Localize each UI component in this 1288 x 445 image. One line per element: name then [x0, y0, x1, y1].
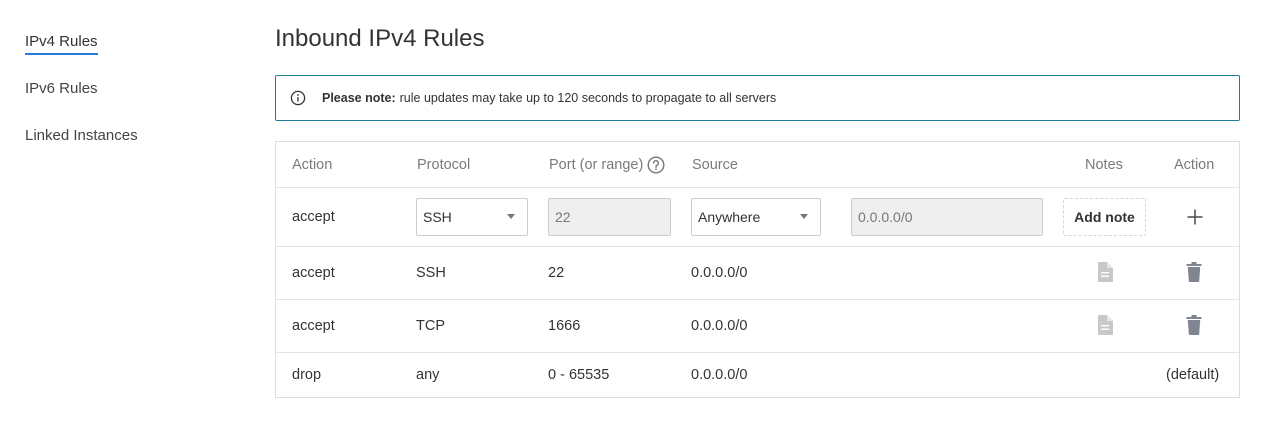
header-action: Action: [292, 156, 333, 173]
document-icon[interactable]: [1095, 261, 1115, 283]
row-source: 0.0.0.0/0: [691, 265, 748, 281]
new-rule-action: accept: [292, 209, 335, 225]
row-action: accept: [292, 318, 335, 334]
row-action: drop: [292, 367, 322, 383]
row-port: 0 - 65535: [548, 367, 610, 383]
sidebar-item-ipv4-rules[interactable]: IPv4 Rules: [25, 33, 98, 55]
page-title: Inbound IPv4 Rules: [275, 25, 485, 52]
header-port: Port (or range): [549, 142, 665, 187]
chevron-down-icon: [800, 214, 808, 219]
row-protocol: any: [416, 367, 440, 383]
table-row: drop any 0 - 65535 0.0.0.0/0 (default): [276, 353, 1239, 397]
rules-table: Action Protocol Port (or range) Source N…: [275, 141, 1240, 398]
new-rule-row: accept SSH 22 Anywhere 0.0.0.0/0 Add not…: [276, 188, 1239, 247]
table-row: accept TCP 1666 0.0.0.0/0: [276, 300, 1239, 353]
notice-bold: Please note:: [322, 91, 396, 105]
source-select-value: Anywhere: [698, 209, 761, 225]
help-icon[interactable]: [647, 155, 665, 174]
source-select[interactable]: Anywhere: [691, 198, 821, 236]
add-note-button[interactable]: Add note: [1063, 198, 1146, 236]
row-source: 0.0.0.0/0: [691, 318, 748, 334]
protocol-select[interactable]: SSH: [416, 198, 528, 236]
trash-icon[interactable]: [1184, 261, 1204, 283]
row-default-label: (default): [1166, 367, 1220, 383]
trash-icon[interactable]: [1184, 314, 1204, 336]
header-port-label: Port (or range): [549, 156, 644, 173]
info-icon: [290, 90, 306, 106]
header-action-2: Action: [1174, 156, 1215, 173]
header-notes: Notes: [1085, 156, 1123, 173]
plus-icon[interactable]: [1183, 205, 1207, 229]
notice-text: rule updates may take up to 120 seconds …: [399, 91, 777, 105]
header-protocol: Protocol: [417, 156, 471, 173]
source-cidr-input[interactable]: 0.0.0.0/0: [851, 198, 1043, 236]
row-action: accept: [292, 265, 335, 281]
row-protocol: TCP: [416, 318, 445, 334]
row-source: 0.0.0.0/0: [691, 367, 748, 383]
chevron-down-icon: [507, 214, 515, 219]
protocol-select-value: SSH: [423, 209, 452, 225]
document-icon[interactable]: [1095, 314, 1115, 336]
notice-banner: Please note: rule updates may take up to…: [275, 75, 1240, 121]
row-port: 22: [548, 265, 565, 281]
port-input[interactable]: 22: [548, 198, 671, 236]
table-row: accept SSH 22 0.0.0.0/0: [276, 247, 1239, 300]
sidebar-item-ipv6-rules[interactable]: IPv6 Rules: [25, 80, 98, 97]
sidebar-item-linked-instances[interactable]: Linked Instances: [25, 127, 138, 144]
row-port: 1666: [548, 318, 581, 334]
header-source: Source: [692, 156, 738, 173]
row-protocol: SSH: [416, 265, 446, 281]
table-header: Action Protocol Port (or range) Source N…: [276, 142, 1239, 188]
